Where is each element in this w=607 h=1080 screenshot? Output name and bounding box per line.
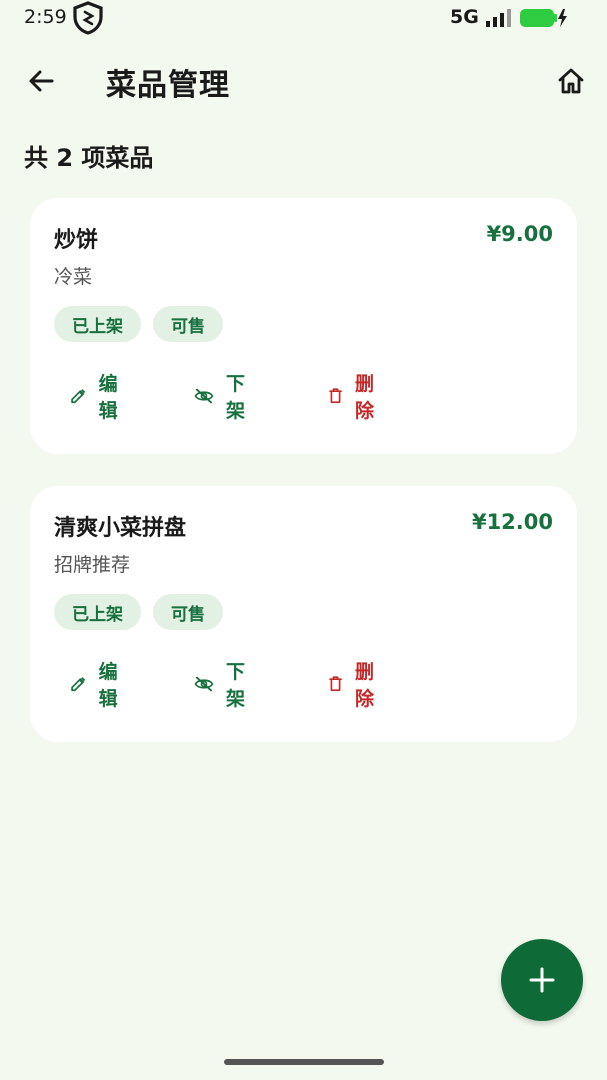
edit-label: 编辑 — [98, 661, 118, 710]
signal-icon — [486, 9, 511, 27]
dish-price: ¥12.00 — [471, 510, 553, 534]
status-badge-listed: 已上架 — [54, 594, 141, 630]
eye-off-icon — [194, 676, 214, 692]
delete-label: 删除 — [355, 661, 375, 710]
dish-management-screen: 2:59 5G 菜品管理 共 2 项菜品 炒饼 ¥9.00 冷菜 已上架 可售 … — [0, 0, 607, 1080]
dish-card[interactable]: 炒饼 ¥9.00 冷菜 已上架 可售 编辑 下架 删除 — [30, 198, 577, 454]
status-badge-available: 可售 — [153, 594, 223, 630]
unlist-label: 下架 — [225, 373, 245, 422]
add-dish-button[interactable] — [501, 939, 583, 1021]
status-tags: 已上架 可售 — [54, 306, 223, 342]
unlist-button[interactable]: 下架 — [194, 661, 253, 710]
delete-label: 删除 — [355, 373, 375, 422]
status-badge-available: 可售 — [153, 306, 223, 342]
delete-button[interactable]: 删除 — [328, 661, 381, 710]
back-button[interactable] — [18, 58, 64, 104]
dish-price: ¥9.00 — [486, 222, 553, 246]
dish-category: 冷菜 — [54, 266, 93, 288]
battery-charging-icon — [520, 9, 567, 27]
app-bar: 菜品管理 — [0, 48, 607, 112]
status-bar: 2:59 5G — [0, 0, 607, 36]
gesture-bar[interactable] — [224, 1059, 384, 1065]
trash-icon — [329, 388, 342, 403]
arrow-left-icon — [29, 70, 54, 92]
unlist-button[interactable]: 下架 — [194, 373, 253, 422]
dish-name: 清爽小菜拼盘 — [54, 516, 187, 541]
edit-button[interactable]: 编辑 — [70, 661, 125, 710]
dish-category: 招牌推荐 — [54, 554, 131, 576]
eye-off-icon — [194, 388, 214, 404]
pencil-icon — [71, 677, 86, 692]
home-button[interactable] — [548, 58, 594, 104]
delete-button[interactable]: 删除 — [328, 373, 381, 422]
status-badge-listed: 已上架 — [54, 306, 141, 342]
page-title: 菜品管理 — [106, 68, 230, 103]
unlist-label: 下架 — [225, 661, 245, 710]
pencil-icon — [71, 389, 86, 404]
plus-icon — [529, 967, 555, 993]
dish-name: 炒饼 — [54, 228, 99, 253]
edit-button[interactable]: 编辑 — [70, 373, 125, 422]
status-tags: 已上架 可售 — [54, 594, 223, 630]
trash-icon — [329, 676, 342, 691]
home-icon — [558, 68, 584, 94]
status-time: 2:59 — [24, 6, 67, 28]
edit-label: 编辑 — [98, 373, 118, 422]
dish-count: 共 2 项菜品 — [24, 144, 154, 172]
dish-card[interactable]: 清爽小菜拼盘 ¥12.00 招牌推荐 已上架 可售 编辑 下架 删除 — [30, 486, 577, 742]
shield-icon — [73, 1, 103, 35]
network-type: 5G — [450, 6, 479, 28]
